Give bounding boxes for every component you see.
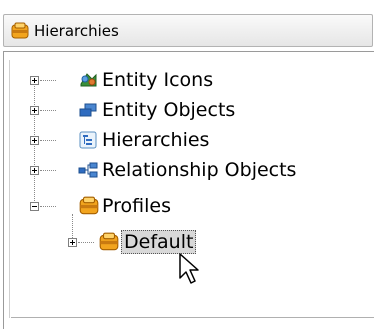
tree-item-entity-icons[interactable]: Entity Icons bbox=[28, 68, 268, 92]
tree-item-relationship-objects[interactable]: Relationship Objects bbox=[28, 158, 338, 182]
tree-item-label: Hierarchies bbox=[102, 129, 210, 151]
tree-item-label: Relationship Objects bbox=[102, 159, 297, 181]
relationship-objects-icon bbox=[78, 162, 98, 178]
tree-item-label: Profiles bbox=[102, 195, 171, 217]
panel-header: Hierarchies bbox=[3, 14, 373, 47]
tree-guide-line bbox=[40, 140, 56, 142]
entity-icons-icon bbox=[80, 73, 97, 87]
tree-item-profiles[interactable]: Profiles bbox=[28, 194, 268, 218]
tree-guide-line bbox=[40, 110, 56, 112]
tree-border bbox=[9, 60, 10, 318]
tree-guide-line bbox=[78, 242, 94, 244]
expand-button[interactable] bbox=[30, 166, 39, 175]
profile-folder-icon bbox=[79, 196, 99, 215]
entity-objects-icon bbox=[79, 103, 97, 117]
hierarchies-panel: Hierarchies Entity Icons Entity Objects bbox=[0, 0, 374, 329]
expand-button[interactable] bbox=[30, 106, 39, 115]
tree-item-hierarchies[interactable]: Hierarchies bbox=[28, 128, 268, 152]
tree-item-label: Default bbox=[121, 230, 197, 254]
collapse-button[interactable] bbox=[30, 202, 39, 211]
tree-guide-line bbox=[40, 206, 56, 208]
tree-item-label: Entity Objects bbox=[102, 99, 236, 121]
tree-guide-line bbox=[40, 80, 56, 82]
profile-folder-icon bbox=[11, 22, 29, 39]
expand-button[interactable] bbox=[68, 238, 77, 247]
expand-button[interactable] bbox=[30, 76, 39, 85]
hierarchies-icon bbox=[79, 131, 97, 149]
tree-guide-line bbox=[40, 170, 56, 172]
tree-item-label: Entity Icons bbox=[102, 69, 214, 91]
tree-item-default[interactable]: Default bbox=[66, 230, 246, 254]
panel-title: Hierarchies bbox=[34, 22, 119, 40]
tree-border bbox=[11, 317, 374, 318]
expand-button[interactable] bbox=[30, 136, 39, 145]
mouse-cursor-icon bbox=[179, 253, 199, 284]
profile-folder-icon bbox=[99, 232, 119, 251]
tree-item-entity-objects[interactable]: Entity Objects bbox=[28, 98, 268, 122]
